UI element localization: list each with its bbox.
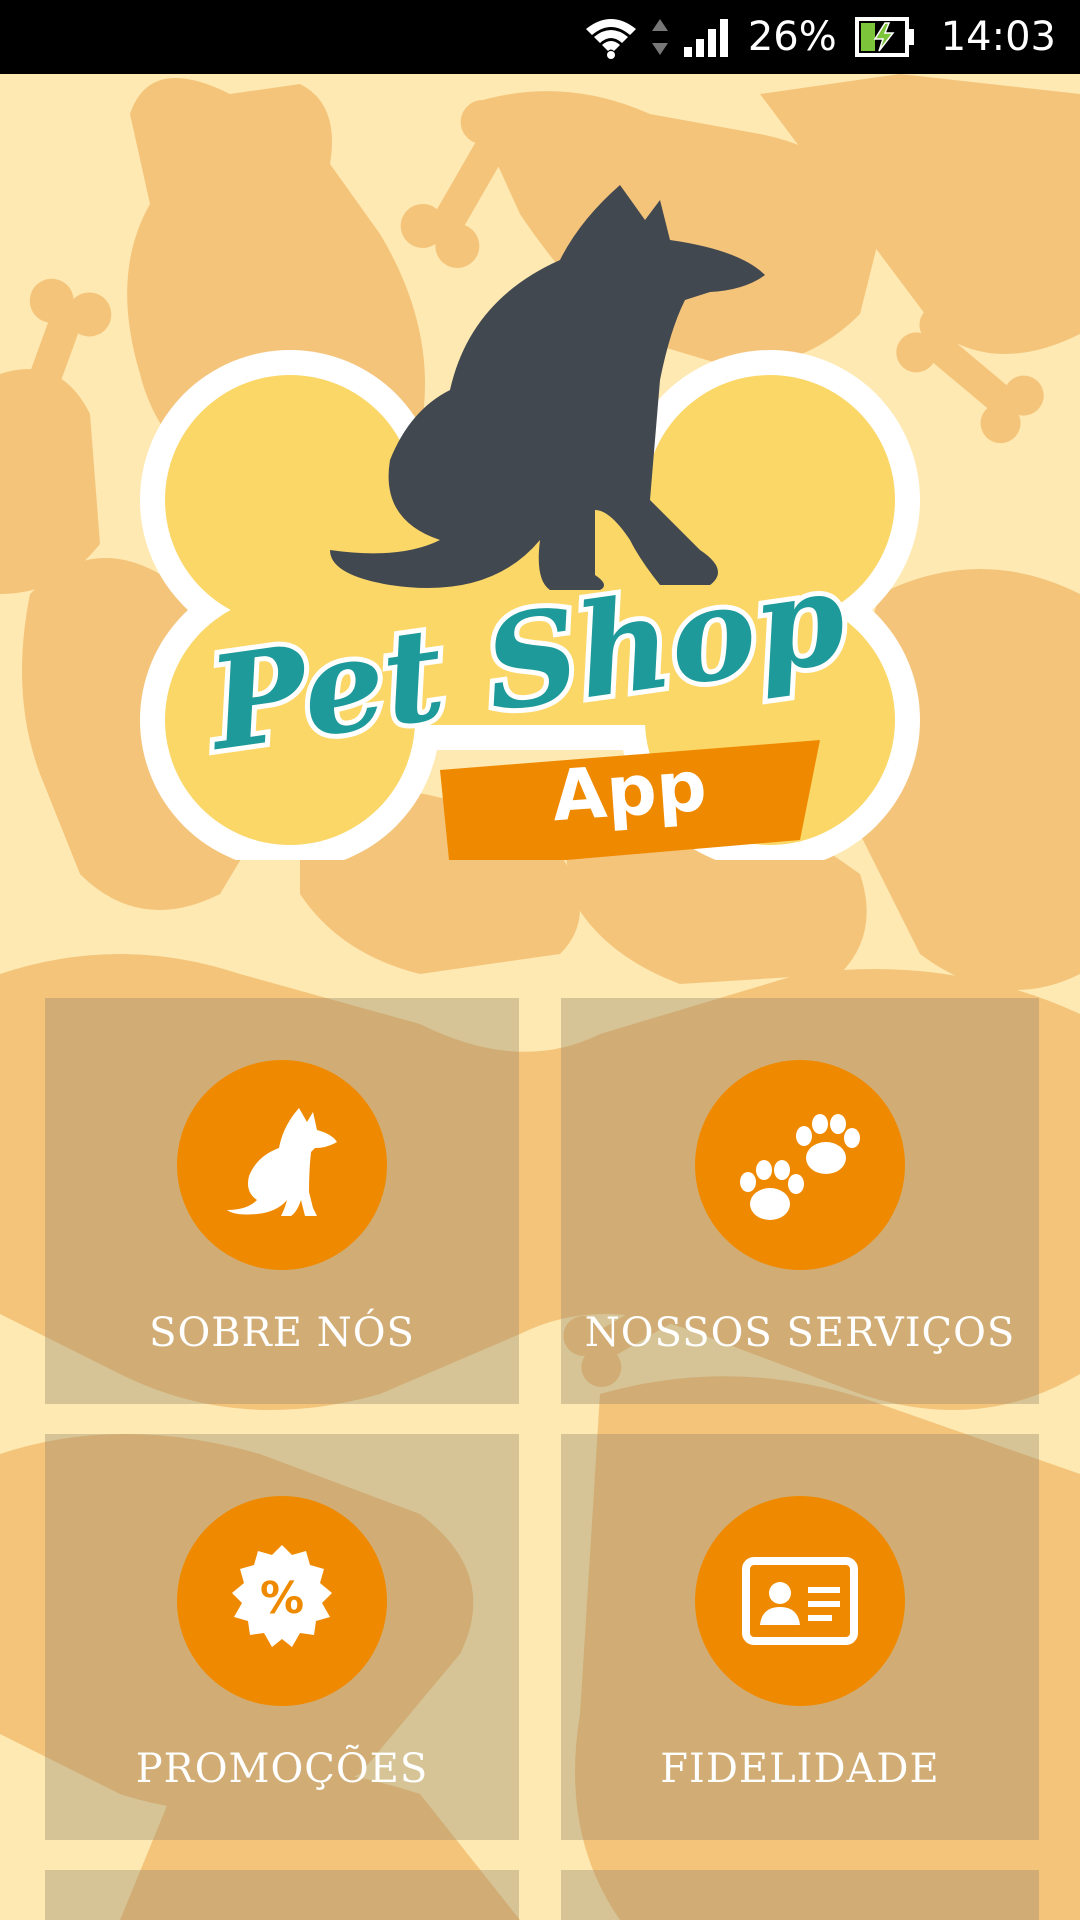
- status-icons: 26% 14:03: [584, 0, 1056, 74]
- menu-item-nossos-servicos[interactable]: NOSSOS SERVIÇOS: [561, 998, 1039, 1404]
- dog-icon: [227, 1108, 337, 1216]
- paws-icon: [740, 1114, 860, 1220]
- svg-text:%: %: [260, 1573, 304, 1624]
- percent-badge-icon: %: [232, 1545, 332, 1647]
- menu-item-sobre-nos[interactable]: SOBRE NÓS: [45, 998, 519, 1404]
- menu-item-fidelidade[interactable]: FIDELIDADE: [561, 1434, 1039, 1840]
- menu-item-icon-circle: [695, 1060, 905, 1270]
- dog-on-bone-logo: Pet Shop Pet Shop App: [140, 185, 920, 870]
- menu-item-partial[interactable]: [45, 1870, 519, 1920]
- battery-charging-icon: [854, 17, 915, 57]
- menu-item-label: FIDELIDADE: [660, 1746, 940, 1792]
- id-card-icon: [742, 1557, 858, 1645]
- status-bar: 26% 14:03: [0, 0, 1080, 74]
- menu-item-label: SOBRE NÓS: [149, 1310, 415, 1356]
- signal-icon: [682, 15, 732, 59]
- logo-subtitle: App: [550, 745, 710, 838]
- clock: 14:03: [940, 14, 1056, 60]
- menu-item-promocoes[interactable]: % PROMOÇÕES: [45, 1434, 519, 1840]
- wifi-icon: [584, 15, 638, 59]
- menu-item-icon-circle: [177, 1060, 387, 1270]
- data-arrows-icon: [650, 15, 670, 59]
- menu-item-label: PROMOÇÕES: [135, 1746, 429, 1792]
- battery-percent: 26%: [747, 14, 837, 60]
- menu-item-icon-circle: %: [177, 1496, 387, 1706]
- pet-shop-logo: Pet Shop Pet Shop App: [140, 180, 940, 870]
- menu-item-icon-circle: [695, 1496, 905, 1706]
- app-screen: 26% 14:03 Pet Shop Pet Shop App SOBRE NÓ…: [0, 0, 1080, 1920]
- menu-item-label: NOSSOS SERVIÇOS: [584, 1310, 1016, 1356]
- menu-item-partial[interactable]: [561, 1870, 1039, 1920]
